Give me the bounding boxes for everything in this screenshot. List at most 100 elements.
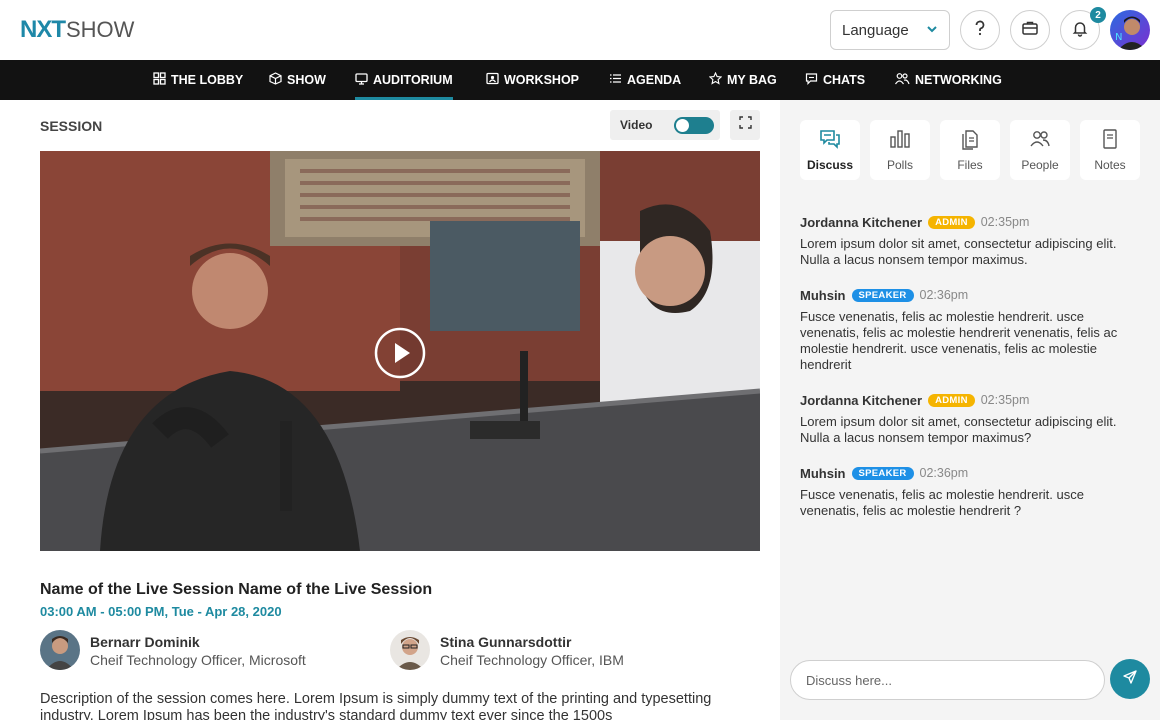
session-title: Name of the Live Session Name of the Liv… <box>40 581 433 598</box>
speaker-card[interactable]: Bernarr Dominik Cheif Technology Officer… <box>40 630 306 670</box>
fullscreen-button[interactable] <box>730 110 760 140</box>
cube-icon <box>269 72 282 88</box>
video-toggle[interactable]: Video <box>610 110 720 140</box>
people-icon <box>1029 128 1051 153</box>
notification-count-badge: 2 <box>1090 7 1106 23</box>
message-text: Lorem ipsum dolor sit amet, consectetur … <box>800 414 1117 445</box>
logo-text-show: SHOW <box>66 17 135 42</box>
admin-badge: ADMIN <box>928 215 975 229</box>
speaker-role: Cheif Technology Officer, IBM <box>440 652 624 668</box>
nav-label: MY BAG <box>727 73 777 87</box>
chat-message: Jordanna Kitchener ADMIN 02:35pm Lorem i… <box>800 214 1140 268</box>
polls-icon <box>889 128 911 153</box>
speaker-avatar <box>390 630 430 670</box>
user-avatar[interactable]: N <box>1110 10 1150 50</box>
expand-icon <box>738 116 752 134</box>
tab-label: People <box>1021 158 1059 172</box>
monitor-icon <box>355 72 368 88</box>
message-time: 02:36pm <box>919 288 969 302</box>
nav-label: AUDITORIUM <box>373 73 453 87</box>
message-author: Jordanna Kitchener <box>800 392 923 408</box>
speaker-card[interactable]: Stina Gunnarsdottir Cheif Technology Off… <box>390 630 624 670</box>
nav-label: THE LOBBY <box>171 73 244 87</box>
files-icon <box>959 128 981 153</box>
nav-label: NETWORKING <box>915 73 1002 87</box>
video-toggle-label: Video <box>620 118 653 132</box>
message-time: 02:36pm <box>919 466 969 480</box>
chat-message: Muhsin SPEAKER 02:36pm Fusce venenatis, … <box>800 465 1140 519</box>
main-nav: THE LOBBY SHOW AUDITORIUM WORKSHOP AGEND… <box>0 60 1160 100</box>
tab-people[interactable]: People <box>1010 120 1070 180</box>
message-text: Fusce venenatis, felis ac molestie hendr… <box>800 487 1084 518</box>
discuss-input[interactable] <box>806 672 1086 688</box>
nav-label: WORKSHOP <box>504 73 579 87</box>
session-description: Description of the session comes here. L… <box>40 691 712 720</box>
briefcase-icon <box>1021 19 1039 42</box>
discuss-input-wrapper <box>790 660 1105 700</box>
nav-item-lobby[interactable]: THE LOBBY <box>153 60 243 100</box>
tab-polls[interactable]: Polls <box>870 120 930 180</box>
nav-label: CHATS <box>823 73 866 87</box>
logo-text-nxt: NXT <box>20 16 66 43</box>
session-time: 03:00 AM - 05:00 PM, Tue - Apr 28, 2020 <box>40 604 282 619</box>
chevron-down-icon <box>926 22 938 39</box>
video-switch[interactable] <box>674 117 714 134</box>
tab-discuss[interactable]: Discuss <box>800 120 860 180</box>
nav-label: SHOW <box>287 73 326 87</box>
bell-icon <box>1071 19 1089 42</box>
chat-icon <box>805 72 818 88</box>
star-icon <box>708 71 723 88</box>
presenter-icon <box>486 72 499 88</box>
chat-message: Jordanna Kitchener ADMIN 02:35pm Lorem i… <box>800 392 1140 446</box>
tab-label: Notes <box>1094 158 1126 172</box>
speaker-badge: SPEAKER <box>851 288 914 302</box>
message-author: Jordanna Kitchener <box>800 214 923 230</box>
question-mark-icon <box>971 19 989 42</box>
message-author: Muhsin <box>800 465 846 481</box>
session-section-label: SESSION <box>40 118 103 134</box>
top-header: NXT SHOW Language 2 N <box>0 0 1160 60</box>
discuss-icon <box>819 128 841 153</box>
nav-item-workshop[interactable]: WORKSHOP <box>486 60 579 100</box>
briefcase-button[interactable] <box>1010 10 1050 50</box>
message-author: Muhsin <box>800 287 846 303</box>
nav-item-my-bag[interactable]: MY BAG <box>708 60 777 100</box>
grid-icon <box>153 72 166 88</box>
tab-notes[interactable]: Notes <box>1080 120 1140 180</box>
people-icon <box>894 72 910 88</box>
admin-badge: ADMIN <box>928 393 975 407</box>
tab-label: Discuss <box>806 158 854 172</box>
nav-item-chats[interactable]: CHATS <box>805 60 865 100</box>
chat-message: Muhsin SPEAKER 02:36pm Fusce venenatis, … <box>800 287 1140 373</box>
tab-label: Polls <box>886 158 913 172</box>
speaker-badge: SPEAKER <box>851 466 914 480</box>
nxtshow-logo[interactable]: NXT SHOW <box>20 16 134 44</box>
tab-files[interactable]: Files <box>940 120 1000 180</box>
send-button[interactable] <box>1110 659 1150 699</box>
notes-icon <box>1099 128 1121 153</box>
play-button[interactable] <box>374 327 426 384</box>
language-label: Language <box>842 21 909 39</box>
message-time: 02:35pm <box>980 393 1030 407</box>
message-text: Fusce venenatis, felis ac molestie hendr… <box>800 309 1118 372</box>
session-video-player[interactable] <box>40 151 760 551</box>
nav-item-networking[interactable]: NETWORKING <box>894 60 1002 100</box>
tab-label: Files <box>957 158 983 172</box>
language-dropdown[interactable]: Language <box>830 10 950 50</box>
discussion-panel: Discuss Polls Files People Notes Jordann… <box>780 100 1160 720</box>
list-icon <box>609 72 622 88</box>
speaker-name: Stina Gunnarsdottir <box>440 634 572 650</box>
message-time: 02:35pm <box>980 215 1030 229</box>
nav-item-auditorium[interactable]: AUDITORIUM <box>355 60 453 100</box>
nav-label: AGENDA <box>627 73 682 87</box>
nav-item-agenda[interactable]: AGENDA <box>609 60 681 100</box>
speaker-avatar <box>40 630 80 670</box>
nav-item-show[interactable]: SHOW <box>269 60 326 100</box>
speaker-name: Bernarr Dominik <box>90 634 200 650</box>
help-button[interactable] <box>960 10 1000 50</box>
svg-text:N: N <box>1115 32 1122 43</box>
message-text: Lorem ipsum dolor sit amet, consectetur … <box>800 236 1117 267</box>
send-icon <box>1122 669 1138 690</box>
speaker-role: Cheif Technology Officer, Microsoft <box>90 652 306 668</box>
switch-knob <box>676 119 689 132</box>
